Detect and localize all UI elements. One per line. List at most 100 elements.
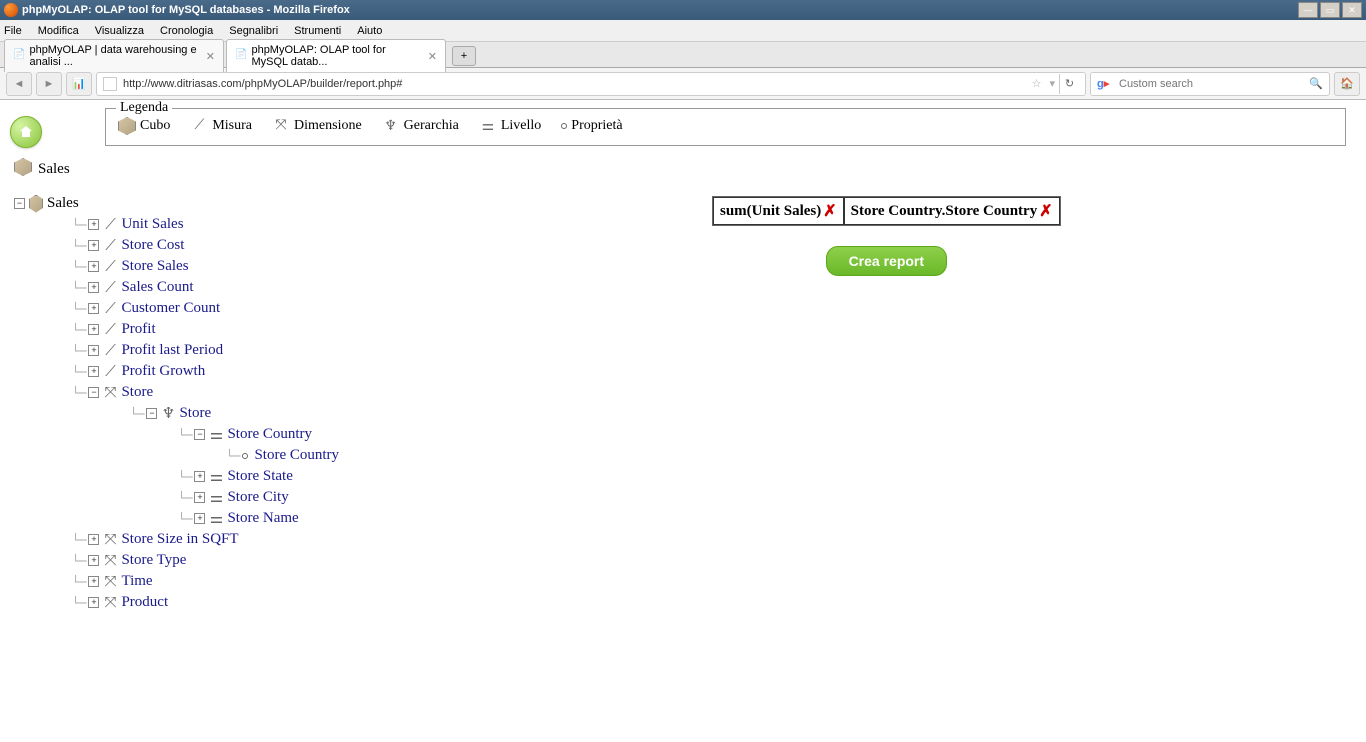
dimension-icon: ⤧ (103, 386, 117, 400)
forward-button[interactable]: ► (36, 72, 62, 96)
tree-dimension-store[interactable]: └─−⤧Store (14, 382, 1356, 403)
menu-edit[interactable]: Modifica (38, 25, 79, 37)
selection-panel: sum(Unit Sales) ✗ Store Country.Store Co… (712, 196, 1061, 276)
reload-button[interactable]: ↻ (1059, 74, 1079, 94)
remove-chip-icon[interactable]: ✗ (1039, 201, 1052, 221)
create-report-button[interactable]: Crea report (826, 246, 947, 276)
expand-icon[interactable]: + (194, 492, 205, 503)
menu-tools[interactable]: Strumenti (294, 25, 341, 37)
cube-icon (29, 197, 43, 211)
tab-label: phpMyOLAP | data warehousing e analisi .… (29, 44, 199, 68)
legend-level: ⚌Livello (479, 117, 541, 135)
minimize-button[interactable]: — (1298, 2, 1318, 18)
menu-file[interactable]: File (4, 25, 22, 37)
tree-root[interactable]: − Sales (14, 193, 1356, 214)
cube-icon (14, 158, 32, 181)
new-tab-button[interactable]: + (452, 46, 476, 66)
collapse-icon[interactable]: − (194, 429, 205, 440)
tree-level[interactable]: └─+⚌Store City (14, 487, 1356, 508)
expand-icon[interactable]: + (88, 261, 99, 272)
tree-measure[interactable]: └─+⟋Unit Sales (14, 214, 1356, 235)
home-button[interactable]: 🏠 (1334, 72, 1360, 96)
property-icon (242, 453, 248, 459)
measure-icon: ⟋ (103, 218, 117, 232)
measure-icon: ⟋ (103, 302, 117, 316)
expand-icon[interactable]: + (194, 471, 205, 482)
dropdown-icon[interactable]: ▾ (1049, 77, 1055, 90)
expand-icon[interactable]: + (88, 219, 99, 230)
url-bar[interactable]: http://www.ditriasas.com/phpMyOLAP/build… (96, 72, 1086, 96)
measure-icon: ⟋ (103, 281, 117, 295)
tree-level[interactable]: └─−⚌Store Country (14, 424, 1356, 445)
tree-dimension[interactable]: └─+⤧Store Size in SQFT (14, 529, 1356, 550)
measure-icon: ⟋ (103, 239, 117, 253)
legend-dimension: ⤧Dimensione (272, 117, 362, 135)
cube-header: Sales (14, 158, 1356, 181)
remove-chip-icon[interactable]: ✗ (823, 201, 836, 221)
expand-icon[interactable]: + (88, 534, 99, 545)
legend-hierarchy: ♆Gerarchia (382, 117, 459, 135)
dimension-icon: ⤧ (103, 575, 117, 589)
expand-icon[interactable]: + (88, 366, 99, 377)
cube-tree: − Sales └─+⟋Unit Sales └─+⟋Store Cost └─… (14, 193, 1356, 613)
search-box[interactable]: g▸ 🔍 (1090, 72, 1330, 96)
tree-dimension[interactable]: └─+⤧Time (14, 571, 1356, 592)
maximize-button[interactable]: ▭ (1320, 2, 1340, 18)
tab-close-icon[interactable]: ✕ (206, 50, 215, 63)
expand-icon[interactable]: + (88, 576, 99, 587)
tree-measure[interactable]: └─+⟋Profit Growth (14, 361, 1356, 382)
tree-dimension[interactable]: └─+⤧Product (14, 592, 1356, 613)
level-icon: ⚌ (209, 512, 223, 526)
history-button[interactable]: 📊 (66, 72, 92, 96)
search-magnifier-icon[interactable]: 🔍 (1309, 77, 1323, 90)
tab-2[interactable]: 📄 phpMyOLAP: OLAP tool for MySQL datab..… (226, 39, 446, 72)
tab-close-icon[interactable]: ✕ (428, 50, 437, 63)
back-button[interactable]: ◄ (6, 72, 32, 96)
tree-measure[interactable]: └─+⟋Customer Count (14, 298, 1356, 319)
expand-icon[interactable]: + (88, 240, 99, 251)
legend-title: Legenda (116, 100, 172, 116)
search-input[interactable] (1119, 78, 1309, 90)
expand-icon[interactable]: + (88, 282, 99, 293)
close-button[interactable]: ✕ (1342, 2, 1362, 18)
tree-measure[interactable]: └─+⟋Store Sales (14, 256, 1356, 277)
tree-level[interactable]: └─+⚌Store Name (14, 508, 1356, 529)
hierarchy-icon: ♆ (382, 117, 400, 135)
legend-box: Legenda Cubo ⟋Misura ⤧Dimensione ♆Gerarc… (105, 108, 1346, 146)
home-round-button[interactable] (10, 116, 42, 148)
tab-favicon: 📄 (235, 49, 247, 63)
menu-history[interactable]: Cronologia (160, 25, 213, 37)
expand-icon[interactable]: + (88, 555, 99, 566)
tab-1[interactable]: 📄 phpMyOLAP | data warehousing e analisi… (4, 39, 224, 72)
bookmark-star-icon[interactable]: ☆ (1032, 77, 1042, 90)
chip-label: sum(Unit Sales) (720, 203, 821, 220)
cube-icon (118, 117, 136, 135)
tab-label: phpMyOLAP: OLAP tool for MySQL datab... (251, 44, 421, 68)
tree-level[interactable]: └─+⚌Store State (14, 466, 1356, 487)
window-title: phpMyOLAP: OLAP tool for MySQL databases… (22, 4, 1298, 16)
menu-help[interactable]: Aiuto (357, 25, 382, 37)
expand-icon[interactable]: + (88, 303, 99, 314)
expand-icon[interactable]: + (88, 324, 99, 335)
collapse-icon[interactable]: − (14, 198, 25, 209)
toolbar: ◄ ► 📊 http://www.ditriasas.com/phpMyOLAP… (0, 68, 1366, 100)
page-content: Legenda Cubo ⟋Misura ⤧Dimensione ♆Gerarc… (0, 100, 1366, 621)
level-icon: ⚌ (209, 491, 223, 505)
expand-icon[interactable]: + (194, 513, 205, 524)
tree-dimension[interactable]: └─+⤧Store Type (14, 550, 1356, 571)
expand-icon[interactable]: + (88, 597, 99, 608)
menu-view[interactable]: Visualizza (95, 25, 144, 37)
menu-bookmarks[interactable]: Segnalibri (229, 25, 278, 37)
home-icon (18, 124, 34, 140)
tree-measure[interactable]: └─+⟋Sales Count (14, 277, 1356, 298)
legend-measure: ⟋Misura (190, 117, 252, 135)
collapse-icon[interactable]: − (146, 408, 157, 419)
tree-measure[interactable]: └─+⟋Profit last Period (14, 340, 1356, 361)
collapse-icon[interactable]: − (88, 387, 99, 398)
chip-label: Store Country.Store Country (851, 203, 1038, 220)
expand-icon[interactable]: + (88, 345, 99, 356)
tree-hierarchy-store[interactable]: └─−♆Store (14, 403, 1356, 424)
tree-property[interactable]: └─Store Country (14, 445, 1356, 466)
tree-measure[interactable]: └─+⟋Store Cost (14, 235, 1356, 256)
tree-measure[interactable]: └─+⟋Profit (14, 319, 1356, 340)
